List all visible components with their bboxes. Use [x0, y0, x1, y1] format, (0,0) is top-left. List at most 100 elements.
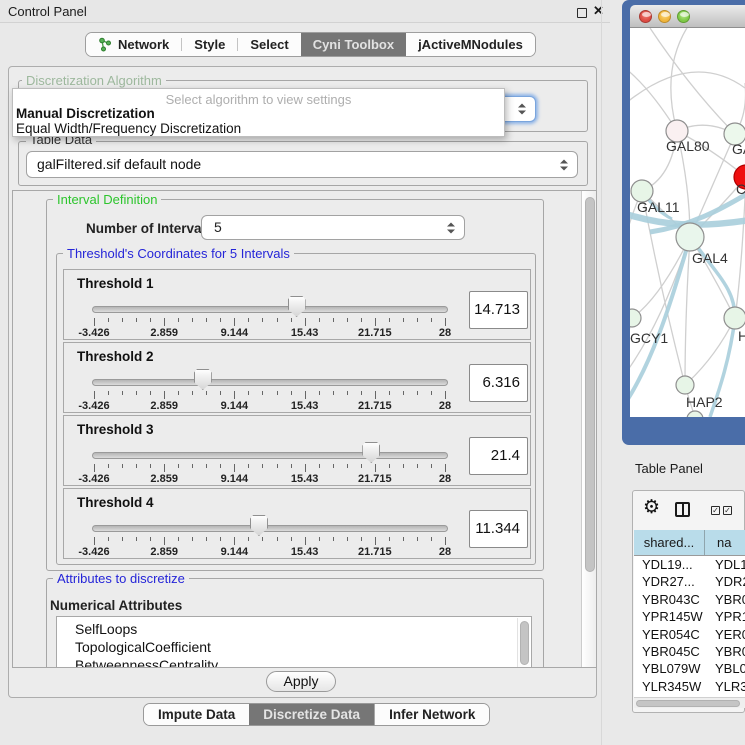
- list-item[interactable]: TopologicalCoefficient: [57, 638, 531, 656]
- node-h[interactable]: [724, 307, 745, 329]
- apply-button[interactable]: Apply: [266, 671, 336, 692]
- threshold-1-value-field[interactable]: 14.713: [469, 291, 528, 329]
- table-row[interactable]: YER054CYER0: [634, 626, 745, 643]
- threshold-3-value-field[interactable]: 21.4: [469, 437, 528, 475]
- number-of-intervals-value: 5: [214, 219, 222, 235]
- list-item[interactable]: BetweennessCentrality: [57, 656, 531, 668]
- discretization-algorithm-group-title: Discretization Algorithm: [22, 74, 166, 87]
- network-canvas[interactable]: GAL80 GA C GAL11 GAL4 GCY1 H HAP2: [630, 28, 745, 417]
- close-traffic-light[interactable]: [639, 10, 652, 23]
- combo-arrows-icon: [517, 104, 526, 115]
- table-row[interactable]: YBR043CYBR0: [634, 591, 745, 608]
- cell: YBR0: [705, 643, 745, 660]
- tab-network-label: Network: [118, 37, 169, 52]
- combo-arrows-icon: [446, 222, 455, 233]
- numerical-attributes-list[interactable]: SelfLoops TopologicalCoefficient Between…: [56, 616, 532, 668]
- number-of-intervals-label: Number of Intervals: [86, 221, 213, 236]
- cell: YDR2: [705, 573, 745, 590]
- node-label: GAL80: [666, 138, 710, 154]
- tab-jactivemnodules[interactable]: jActiveMNodules: [406, 33, 535, 56]
- tab-select-label: Select: [250, 37, 288, 52]
- table-row[interactable]: YDR27...YDR2: [634, 573, 745, 590]
- panel-divider: [601, 0, 602, 745]
- tab-select[interactable]: Select: [238, 33, 300, 56]
- close-icon[interactable]: ✕: [593, 3, 604, 19]
- list-scrollbar[interactable]: [517, 618, 530, 668]
- combo-arrows-icon: [559, 159, 568, 170]
- checkbox-icon[interactable]: ✓: [711, 506, 720, 515]
- gear-icon[interactable]: ⚙: [643, 498, 660, 517]
- table-panel: ⚙ ✓ ✓ shared... na YDL19...YDL1 YDR27...…: [632, 490, 745, 713]
- node-label: GCY1: [630, 330, 668, 346]
- table-row[interactable]: YLR345WYLR3: [634, 678, 745, 695]
- split-columns-icon[interactable]: [675, 502, 690, 517]
- node-hap2[interactable]: [676, 376, 694, 394]
- cell: YPR1: [705, 608, 745, 625]
- float-window-icon[interactable]: [577, 8, 587, 18]
- threshold-2-slider-scale: -3.4262.8599.14415.4321.71528: [64, 343, 530, 412]
- settings-scrollbar-thumb[interactable]: [585, 197, 595, 572]
- list-item[interactable]: SelfLoops: [57, 617, 531, 638]
- top-tab-bar: Network Style Select Cyni Toolbox jActiv…: [85, 32, 536, 57]
- threshold-2-value-field[interactable]: 6.316: [469, 364, 528, 402]
- tab-style-label: Style: [194, 37, 225, 52]
- cell: YBL079W: [634, 660, 705, 677]
- dropdown-option-equal-width[interactable]: Equal Width/Frequency Discretization: [16, 121, 241, 136]
- control-panel-titlebar: Control Panel ✕: [0, 0, 610, 23]
- node-label: C: [736, 181, 745, 197]
- threshold-3-panel: Threshold 3 -3.4262.8599.14415.4321.7152…: [63, 415, 531, 486]
- numerical-attributes-label: Numerical Attributes: [50, 598, 182, 613]
- table-horizontal-scrollbar-thumb[interactable]: [636, 700, 740, 707]
- table-row[interactable]: YPR145WYPR1: [634, 608, 745, 625]
- tab-infer-network[interactable]: Infer Network: [374, 704, 489, 725]
- zoom-traffic-light[interactable]: [677, 10, 690, 23]
- node-label: GA: [732, 141, 745, 157]
- screen: Control Panel ✕ Network Style Select Cyn…: [0, 0, 745, 745]
- cell: YDL1: [705, 556, 745, 573]
- network-nodes[interactable]: [630, 120, 745, 417]
- table-row[interactable]: YBL079WYBL0: [634, 660, 745, 677]
- column-header-name[interactable]: na: [705, 530, 745, 555]
- table-data-combobox[interactable]: galFiltered.sif default node: [26, 151, 578, 178]
- cell: YBL0: [705, 660, 745, 677]
- node-label: GAL11: [637, 199, 680, 215]
- tab-impute-data[interactable]: Impute Data: [144, 704, 249, 725]
- cell: YLR345W: [634, 678, 705, 695]
- table-header-row: shared... na: [634, 530, 745, 556]
- minimize-traffic-light[interactable]: [658, 10, 671, 23]
- number-of-intervals-combobox[interactable]: 5: [201, 215, 465, 240]
- cell: YBR043C: [634, 591, 705, 608]
- threshold-2-panel: Threshold 2 -3.4262.8599.14415.4321.7152…: [63, 342, 531, 413]
- threshold-4-value-field[interactable]: 11.344: [469, 510, 528, 548]
- tab-cyni-toolbox[interactable]: Cyni Toolbox: [301, 33, 406, 56]
- settings-scrollbar[interactable]: [581, 191, 597, 667]
- table-horizontal-scrollbar[interactable]: [634, 697, 745, 708]
- cell: YER054C: [634, 626, 705, 643]
- threshold-1-panel: Threshold 1 -3.4262.8599.14415.4321.7152…: [63, 269, 531, 340]
- network-window-titlebar[interactable]: [630, 5, 745, 28]
- tab-style[interactable]: Style: [182, 33, 237, 56]
- checkbox-icon[interactable]: ✓: [723, 506, 732, 515]
- cell: YER0: [705, 626, 745, 643]
- threshold-4-panel: Threshold 4 -3.4262.8599.14415.4321.7152…: [63, 488, 531, 559]
- dropdown-option-manual-discretization[interactable]: Manual Discretization: [16, 106, 155, 121]
- column-header-shared[interactable]: shared...: [634, 530, 705, 555]
- cell: YPR145W: [634, 608, 705, 625]
- node-gal4[interactable]: [676, 223, 704, 251]
- table-row[interactable]: YDL19...YDL1: [634, 556, 745, 573]
- node-bottom-partial[interactable]: [687, 411, 703, 417]
- interval-definition-title: Interval Definition: [53, 193, 161, 206]
- cell: YDR27...: [634, 573, 705, 590]
- cell: YBR0: [705, 591, 745, 608]
- tab-network[interactable]: Network: [86, 33, 181, 56]
- list-scrollbar-thumb[interactable]: [520, 621, 529, 665]
- thresholds-group-title: Threshold's Coordinates for 5 Intervals: [63, 247, 294, 260]
- cell: YBR045C: [634, 643, 705, 660]
- node-label: HAP2: [686, 394, 723, 410]
- cell: YDL19...: [634, 556, 705, 573]
- tab-jactivemnodules-label: jActiveMNodules: [418, 37, 523, 52]
- tab-cyni-toolbox-label: Cyni Toolbox: [313, 37, 394, 52]
- control-panel-title: Control Panel: [8, 4, 87, 19]
- table-row[interactable]: YBR045CYBR0: [634, 643, 745, 660]
- tab-discretize-data[interactable]: Discretize Data: [249, 704, 374, 725]
